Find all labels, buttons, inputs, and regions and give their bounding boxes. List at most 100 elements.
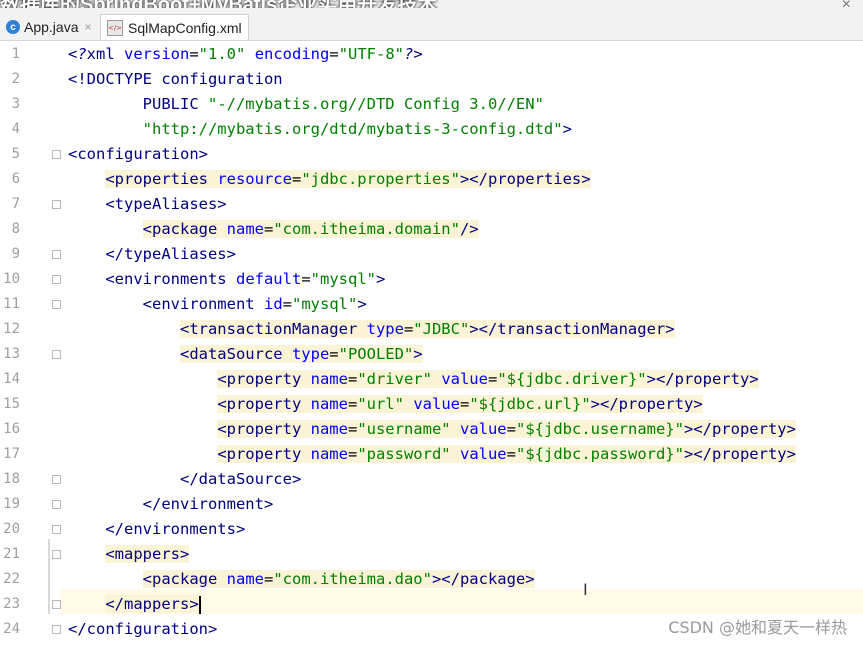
code-line[interactable]: 13 <dataSource type="POOLED"> [0, 342, 863, 367]
code-token: = [403, 320, 414, 338]
code-token: <environments [105, 270, 236, 288]
code-line[interactable]: 11 <environment id="mysql"> [0, 292, 863, 317]
code-token: = [347, 420, 358, 438]
line-number: 17 [3, 446, 20, 462]
code-line[interactable]: 1 <?xml version="1.0" encoding="UTF-8"?> [0, 42, 863, 67]
code-token: value [441, 370, 488, 388]
text-caret [198, 595, 201, 614]
close-icon[interactable]: × [842, 0, 851, 14]
code-text: "http://mybatis.org/dtd/mybatis-3-config… [68, 117, 572, 142]
code-token: <property [217, 420, 311, 438]
code-line[interactable]: 18 </dataSource> [0, 467, 863, 492]
code-token: "${jdbc.url}" [469, 395, 591, 413]
code-token: = [347, 445, 358, 463]
code-token: <properties [105, 170, 218, 188]
line-number: 19 [3, 496, 20, 512]
code-text: <property name="username" value="${jdbc.… [68, 417, 796, 442]
line-number: 12 [3, 321, 20, 337]
code-line[interactable]: 7 <typeAliases> [0, 192, 863, 217]
code-token: name [226, 570, 264, 588]
tab-app-java[interactable]: c App.java × [0, 14, 98, 40]
code-line[interactable]: 10 <environments default="mysql"> [0, 267, 863, 292]
code-token: id [263, 295, 283, 313]
code-token: = [506, 420, 516, 438]
fold-marker-icon[interactable] [52, 350, 61, 359]
code-line[interactable]: 9 </typeAliases> [0, 242, 863, 267]
code-text: <environment id="mysql"> [68, 292, 367, 317]
code-token: > [562, 120, 572, 138]
code-line[interactable]: 22 <package name="com.itheima.dao"></pac… [0, 567, 863, 592]
code-token: </typeAliases> [105, 245, 236, 263]
code-line[interactable]: 20 </environments> [0, 517, 863, 542]
code-token: > [357, 295, 367, 313]
code-token: name [310, 395, 348, 413]
tab-label: SqlMapConfig.xml [128, 19, 242, 36]
code-token: resource [217, 170, 292, 188]
tab-sqlmapconfig-xml[interactable]: </> SqlMapConfig.xml [100, 14, 249, 40]
code-line[interactable]: 2 <!DOCTYPE configuration [0, 67, 863, 92]
code-token: "JDBC" [413, 320, 470, 338]
code-token: "-//mybatis.org//DTD Config 3.0//EN" [207, 95, 544, 113]
code-line[interactable]: 6 <properties resource="jdbc.properties"… [0, 167, 863, 192]
code-token: ></properties> [459, 170, 591, 188]
fold-marker-icon[interactable] [52, 600, 61, 609]
fold-marker-icon[interactable] [52, 250, 61, 259]
line-number: 11 [3, 296, 20, 312]
line-number: 23 [3, 596, 20, 612]
code-line[interactable]: 21 <mappers> [0, 542, 863, 567]
code-line[interactable]: 12 <transactionManager type="JDBC"></tra… [0, 317, 863, 342]
fold-marker-icon[interactable] [52, 625, 61, 634]
line-number: 7 [11, 196, 20, 212]
code-token: = [329, 345, 339, 363]
code-token: <transactionManager [179, 320, 367, 338]
close-icon[interactable]: × [84, 20, 91, 34]
code-token: value [459, 445, 507, 463]
code-token: "${jdbc.driver}" [497, 370, 647, 388]
fold-marker-icon[interactable] [52, 550, 61, 559]
fold-marker-icon[interactable] [52, 525, 61, 534]
code-token: name [310, 445, 348, 463]
code-line[interactable]: 15 <property name="url" value="${jdbc.ur… [0, 392, 863, 417]
text-cursor-icon: I [583, 580, 588, 599]
code-line[interactable]: 8 <package name="com.itheima.domain"/> [0, 217, 863, 242]
code-text: <dataSource type="POOLED"> [68, 342, 423, 367]
line-number: 4 [11, 121, 20, 137]
code-token: = [329, 45, 339, 63]
code-line[interactable]: 5 <configuration> [0, 142, 863, 167]
code-line[interactable]: 14 <property name="driver" value="${jdbc… [0, 367, 863, 392]
line-number: 13 [3, 346, 20, 362]
code-text: <package name="com.itheima.dao"></packag… [68, 567, 535, 592]
code-text: </typeAliases> [68, 242, 236, 267]
code-line[interactable]: 3 PUBLIC "-//mybatis.org//DTD Config 3.0… [0, 92, 863, 117]
line-number: 10 [3, 271, 20, 287]
fold-marker-icon[interactable] [52, 500, 61, 509]
fold-marker-icon[interactable] [52, 275, 61, 284]
code-token: <package [142, 220, 227, 238]
code-line[interactable]: 4 "http://mybatis.org/dtd/mybatis-3-conf… [0, 117, 863, 142]
code-line[interactable]: 17 <property name="password" value="${jd… [0, 442, 863, 467]
fold-marker-icon[interactable] [52, 150, 61, 159]
code-token: = [282, 295, 292, 313]
code-token: </configuration> [68, 620, 218, 638]
fold-marker-icon[interactable] [52, 200, 61, 209]
code-line[interactable]: 19 </environment> [0, 492, 863, 517]
fold-marker-icon[interactable] [52, 300, 61, 309]
video-overlay-title: 数据库的SpringBoot+MyBatis企业实用开发技术 [0, 0, 640, 8]
line-number: 9 [11, 246, 20, 262]
code-token: default [235, 270, 302, 288]
code-token: "POOLED" [338, 345, 414, 363]
code-token: </environment> [142, 495, 274, 513]
code-token [450, 420, 460, 438]
code-token: "${jdbc.password}" [516, 445, 684, 463]
code-token: <environment [142, 295, 264, 313]
code-text: <package name="com.itheima.domain"/> [68, 217, 479, 242]
code-text: <properties resource="jdbc.properties"><… [68, 167, 591, 192]
fold-marker-icon[interactable] [52, 475, 61, 484]
code-line[interactable]: 16 <property name="username" value="${jd… [0, 417, 863, 442]
line-number: 15 [3, 396, 20, 412]
